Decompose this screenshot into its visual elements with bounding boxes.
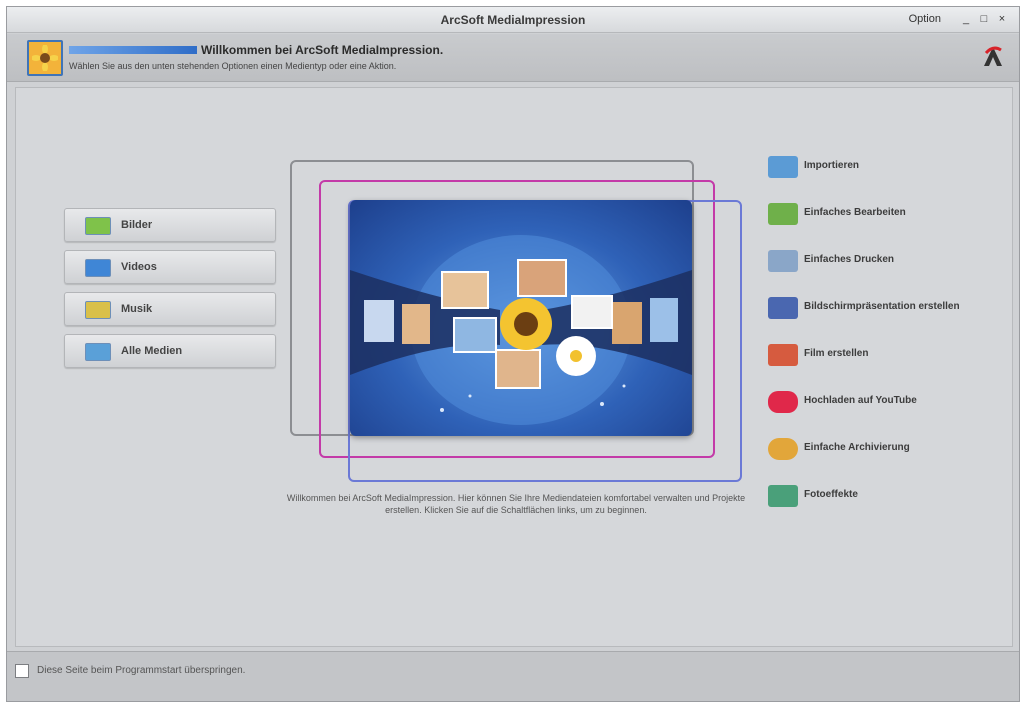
skip-startup-label: Diese Seite beim Programmstart übersprin… (37, 665, 246, 676)
skip-startup-checkbox[interactable] (15, 664, 29, 678)
music-folder-icon (85, 301, 111, 319)
media-button-videos[interactable]: Videos (64, 250, 276, 284)
action-label: Einfache Archivierung (804, 442, 910, 453)
welcome-title: Willkommen bei ArcSoft MediaImpression. (201, 43, 444, 57)
photo-effects-icon (768, 485, 798, 507)
header-banner-bar (69, 46, 197, 54)
minimize-button[interactable]: _ (959, 12, 973, 26)
videos-folder-icon (85, 259, 111, 277)
media-button-alle-medien[interactable]: Alle Medien (64, 334, 276, 368)
media-button-label: Musik (121, 303, 153, 315)
welcome-header: Willkommen bei ArcSoft MediaImpression. … (7, 34, 1019, 82)
images-folder-icon (85, 217, 111, 235)
main-content: Bilder Videos Musik Alle Medien Willkomm… (15, 87, 1013, 647)
action-fotoeffekte[interactable]: Fotoeffekte (768, 481, 988, 513)
app-window: ArcSoft MediaImpression Option _ □ × Wil… (6, 6, 1020, 702)
film-icon (768, 344, 798, 366)
close-button[interactable]: × (995, 12, 1009, 26)
action-film-erstellen[interactable]: Film erstellen (768, 340, 988, 372)
action-bildschirmpraesentation[interactable]: Bildschirmpräsentation erstellen (768, 293, 988, 325)
action-einfaches-drucken[interactable]: Einfaches Drucken (768, 246, 988, 278)
archive-icon (768, 438, 798, 460)
welcome-subtitle: Wählen Sie aus den unten stehenden Optio… (69, 61, 397, 71)
action-importieren[interactable]: Importieren (768, 152, 988, 184)
media-button-musik[interactable]: Musik (64, 292, 276, 326)
arcsoft-logo-icon (981, 44, 1005, 73)
app-title: ArcSoft MediaImpression (440, 13, 586, 27)
media-button-label: Bilder (121, 219, 153, 231)
sunflower-icon (27, 40, 63, 76)
title-bar: ArcSoft MediaImpression Option _ □ × (7, 7, 1019, 33)
action-label: Bildschirmpräsentation erstellen (804, 301, 960, 312)
action-youtube-upload[interactable]: Hochladen auf YouTube (768, 387, 988, 419)
media-button-label: Videos (121, 261, 157, 273)
options-menu[interactable]: Option (909, 13, 941, 25)
maximize-button[interactable]: □ (977, 12, 991, 26)
all-media-folder-icon (85, 343, 111, 361)
media-button-label: Alle Medien (121, 345, 183, 357)
footer-bar: Diese Seite beim Programmstart übersprin… (7, 651, 1019, 701)
action-label: Film erstellen (804, 348, 869, 359)
action-label: Fotoeffekte (804, 489, 858, 500)
action-label: Importieren (804, 160, 860, 171)
action-label: Einfaches Drucken (804, 254, 895, 265)
edit-icon (768, 203, 798, 225)
welcome-description: Willkommen bei ArcSoft MediaImpression. … (286, 493, 746, 515)
action-label: Hochladen auf YouTube (804, 395, 917, 406)
hero-media-illustration (350, 200, 692, 436)
action-label: Einfaches Bearbeiten (804, 207, 906, 218)
media-button-bilder[interactable]: Bilder (64, 208, 276, 242)
youtube-icon (768, 391, 798, 413)
slideshow-icon (768, 297, 798, 319)
print-icon (768, 250, 798, 272)
action-einfache-archivierung[interactable]: Einfache Archivierung (768, 434, 988, 466)
import-icon (768, 156, 798, 178)
action-einfaches-bearbeiten[interactable]: Einfaches Bearbeiten (768, 199, 988, 231)
